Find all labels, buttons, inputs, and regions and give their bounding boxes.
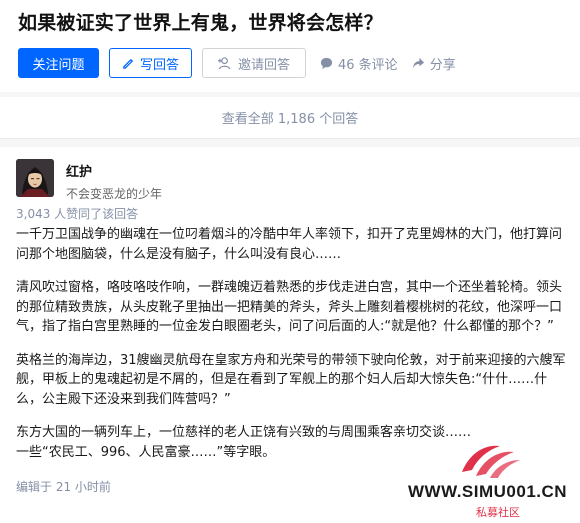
add-user-icon: [218, 56, 231, 69]
avatar[interactable]: [16, 159, 54, 197]
answer-paragraph: 清风吹过窗格，咯吱咯吱作响，一群魂魄迈着熟悉的步伐走进白宫，其中一个还坐着轮椅。…: [16, 280, 563, 334]
answer-paragraph: 英格兰的海岸边，31艘幽灵航母在皇家方舟和光荣号的带领下驶向伦敦，对于前来迎接的…: [16, 352, 566, 407]
site-watermark: WWW.SIMU001.CN 私募社区: [408, 440, 578, 520]
question-title: 如果被证实了世界上有鬼，世界将会怎样？: [18, 12, 383, 34]
author-info: 红护 不会变恶龙的少年: [16, 159, 162, 202]
question-header: 如果被证实了世界上有鬼，世界将会怎样？ 关注问题 写回答 邀请回答 46 条评论…: [0, 0, 580, 92]
comments-label: 46 条评论: [338, 57, 398, 73]
answer-paragraph: 一千万卫国战争的幽魂在一位叼着烟斗的冷酷中年人率领下，扣开了克里姆林的大门，他打…: [16, 227, 563, 262]
author-name[interactable]: 红护: [66, 161, 162, 180]
invite-answer-button[interactable]: 邀请回答: [202, 48, 306, 78]
follow-question-button[interactable]: 关注问题: [18, 48, 99, 78]
vote-count: 3,043 人赞同了该回答: [16, 207, 139, 221]
edited-time: 编辑于 21 小时前: [16, 480, 111, 494]
write-answer-button[interactable]: 写回答: [109, 48, 192, 78]
comments-button[interactable]: 46 条评论: [320, 54, 398, 73]
question-actions: 关注问题 写回答 邀请回答 46 条评论 分享: [18, 48, 456, 78]
invite-answer-label: 邀请回答: [237, 57, 290, 73]
share-icon: [412, 57, 424, 68]
answer-content: 一千万卫国战争的幽魂在一位叼着烟斗的冷酷中年人率领下，扣开了克里姆林的大门，他打…: [16, 225, 572, 476]
share-label: 分享: [429, 57, 456, 73]
pencil-icon: [123, 58, 134, 69]
watermark-subtitle: 私募社区: [476, 506, 520, 519]
watermark-domain: WWW.SIMU001.CN: [408, 482, 568, 501]
view-all-answers-link[interactable]: 查看全部 1,186 个回答: [0, 97, 580, 139]
separator: [0, 139, 580, 147]
comment-icon: [320, 57, 333, 69]
share-button[interactable]: 分享: [412, 54, 456, 73]
write-answer-label: 写回答: [139, 57, 179, 73]
brand-logo: [462, 445, 520, 478]
author-bio: 不会变恶龙的少年: [66, 187, 163, 201]
